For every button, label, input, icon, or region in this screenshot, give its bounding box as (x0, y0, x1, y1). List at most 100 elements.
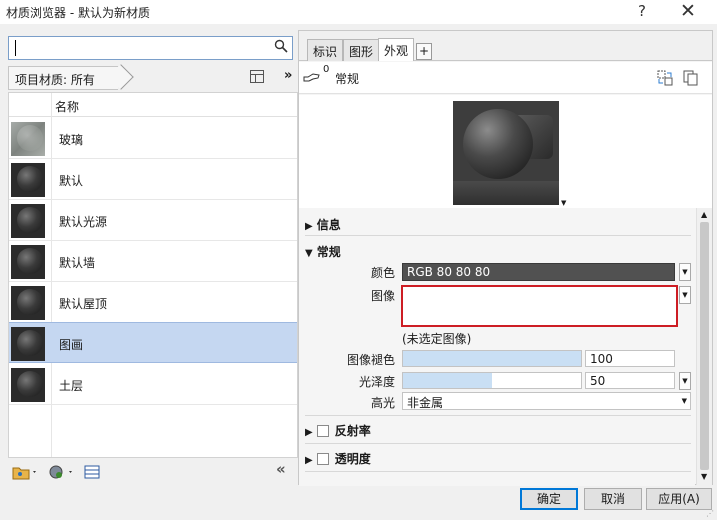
section-transparency[interactable]: ▶ 透明度 (305, 450, 371, 467)
list-item-selected[interactable]: 图画 (9, 322, 297, 363)
section-info[interactable]: ▶ 信息 (305, 216, 341, 233)
material-name: 图画 (59, 338, 84, 352)
asset-name: 常规 (335, 72, 360, 86)
glossiness-input[interactable]: 50 (585, 372, 675, 389)
collapse-button[interactable]: « (276, 460, 286, 478)
material-thumbnail (11, 327, 45, 361)
search-input[interactable] (8, 36, 293, 60)
scroll-up-icon[interactable]: ▲ (701, 210, 707, 219)
image-label: 图像 (370, 289, 395, 303)
image-field[interactable] (401, 285, 678, 327)
material-thumbnail (11, 163, 45, 197)
collapse-triangle-icon: ▼ (305, 248, 313, 259)
column-header-name[interactable]: 名称 (55, 98, 79, 115)
search-icon[interactable] (274, 39, 288, 56)
replace-asset-icon[interactable] (657, 70, 673, 89)
add-tab-button[interactable]: + (416, 43, 432, 60)
glossiness-dropdown-chevron-icon[interactable]: ▼ (679, 372, 691, 390)
material-editor-panel: 标识 图形 外观 + 0 常规 ▼ ▶ 信息 ▼ 常规 颜色 RGB 80 80… (298, 30, 713, 486)
highlights-select[interactable]: 非金属 ▼ (402, 392, 691, 410)
asset-header: 0 常规 (299, 62, 712, 94)
list-item[interactable]: 默认 (9, 159, 297, 200)
tab-identity[interactable]: 标识 (307, 39, 344, 61)
preview-options-chevron-icon[interactable]: ▼ (561, 199, 566, 207)
properties-scrollbar[interactable]: ▲ ▼ (696, 208, 712, 485)
divider (305, 471, 691, 472)
color-label: 颜色 (370, 266, 395, 280)
list-item[interactable]: 玻璃 (9, 118, 297, 159)
material-name: 默认 (59, 174, 84, 188)
scrollbar-thumb[interactable] (700, 222, 709, 470)
resize-grip-icon[interactable]: ⋰ (706, 509, 714, 518)
glossiness-slider-fill (403, 373, 492, 388)
list-item[interactable]: 默认屋顶 (9, 282, 297, 323)
color-dropdown-chevron-icon[interactable]: ▼ (679, 263, 691, 281)
tab-appearance[interactable]: 外观 (378, 38, 415, 61)
breadcrumb-label: 项目材质: 所有 (15, 73, 95, 87)
preview-sphere (463, 109, 533, 179)
text-cursor (15, 40, 16, 56)
divider (305, 235, 691, 236)
section-general[interactable]: ▼ 常规 (305, 243, 341, 260)
reflectivity-checkbox[interactable] (316, 425, 329, 437)
expand-triangle-icon: ▶ (305, 455, 313, 466)
material-editor-toggle-icon[interactable] (84, 464, 100, 483)
section-general-label: 常规 (316, 245, 341, 259)
color-field[interactable]: RGB 80 80 80 (402, 263, 675, 281)
image-none-text: (未选定图像) (402, 332, 472, 346)
divider (305, 415, 691, 416)
library-folder-icon[interactable] (12, 464, 38, 483)
material-name: 土层 (59, 379, 84, 393)
image-fade-slider[interactable] (402, 350, 582, 367)
tab-graphics[interactable]: 图形 (343, 39, 380, 61)
image-fade-slider-fill (403, 351, 581, 366)
breadcrumb-project-materials[interactable]: 项目材质: 所有 (8, 66, 118, 90)
material-thumbnail (11, 286, 45, 320)
tab-bar: 标识 图形 外观 + (299, 31, 712, 61)
section-transparency-label: 透明度 (334, 452, 371, 466)
list-item[interactable]: 土层 (9, 364, 297, 405)
breadcrumb: 项目材质: 所有 » (8, 64, 293, 90)
material-name: 默认墙 (59, 256, 96, 270)
material-name: 默认光源 (59, 215, 108, 229)
hand-icon (303, 68, 323, 87)
image-fade-input[interactable]: 100 (585, 350, 675, 367)
material-thumbnail (11, 122, 45, 156)
duplicate-asset-icon[interactable] (683, 70, 699, 89)
cancel-button[interactable]: 取消 (584, 488, 642, 510)
show-hide-library-icon[interactable] (250, 70, 264, 83)
ok-button[interactable]: 确定 (520, 488, 578, 510)
image-dropdown-chevron-icon[interactable]: ▼ (679, 286, 691, 304)
list-header: 名称 (9, 93, 297, 117)
material-name: 默认屋顶 (59, 297, 108, 311)
properties-panel: ▶ 信息 ▼ 常规 颜色 RGB 80 80 80 ▼ 图像 ▼ (未选定图像) 图… (299, 208, 695, 486)
material-thumbnail (11, 245, 45, 279)
list-item[interactable]: 默认墙 (9, 241, 297, 282)
glossiness-label: 光泽度 (358, 375, 395, 389)
section-reflectivity[interactable]: ▶ 反射率 (305, 422, 371, 439)
list-item[interactable]: 默认光源 (9, 200, 297, 241)
chevron-down-icon: ▼ (681, 397, 687, 405)
material-library-panel: 项目材质: 所有 » 名称 玻璃 默认 默认光源 默认墙 默认屋顶 图画 土层 … (4, 30, 298, 485)
transparency-checkbox[interactable] (316, 453, 329, 465)
library-toolbar: « (8, 460, 298, 484)
scroll-down-icon[interactable]: ▼ (701, 472, 707, 481)
asset-usage-count: 0 (323, 64, 330, 75)
highlights-value: 非金属 (407, 396, 444, 410)
material-thumbnail (11, 368, 45, 402)
image-fade-label: 图像褪色 (346, 353, 395, 367)
expand-triangle-icon: ▶ (305, 221, 313, 232)
preview-floor (453, 181, 559, 205)
create-material-icon[interactable] (48, 464, 74, 483)
section-info-label: 信息 (316, 218, 341, 232)
preview-area: ▼ (299, 95, 712, 208)
section-reflectivity-label: 反射率 (334, 424, 371, 438)
window-title: 材质浏览器 - 默认为新材质 (6, 6, 150, 20)
expand-button[interactable]: » (284, 68, 292, 83)
divider (305, 443, 691, 444)
title-bar: 材质浏览器 - 默认为新材质 ? ✕ (0, 0, 717, 24)
help-button[interactable]: ? (638, 2, 646, 20)
apply-button[interactable]: 应用(A) (646, 488, 712, 510)
glossiness-slider[interactable] (402, 372, 582, 389)
close-button[interactable]: ✕ (680, 0, 696, 22)
